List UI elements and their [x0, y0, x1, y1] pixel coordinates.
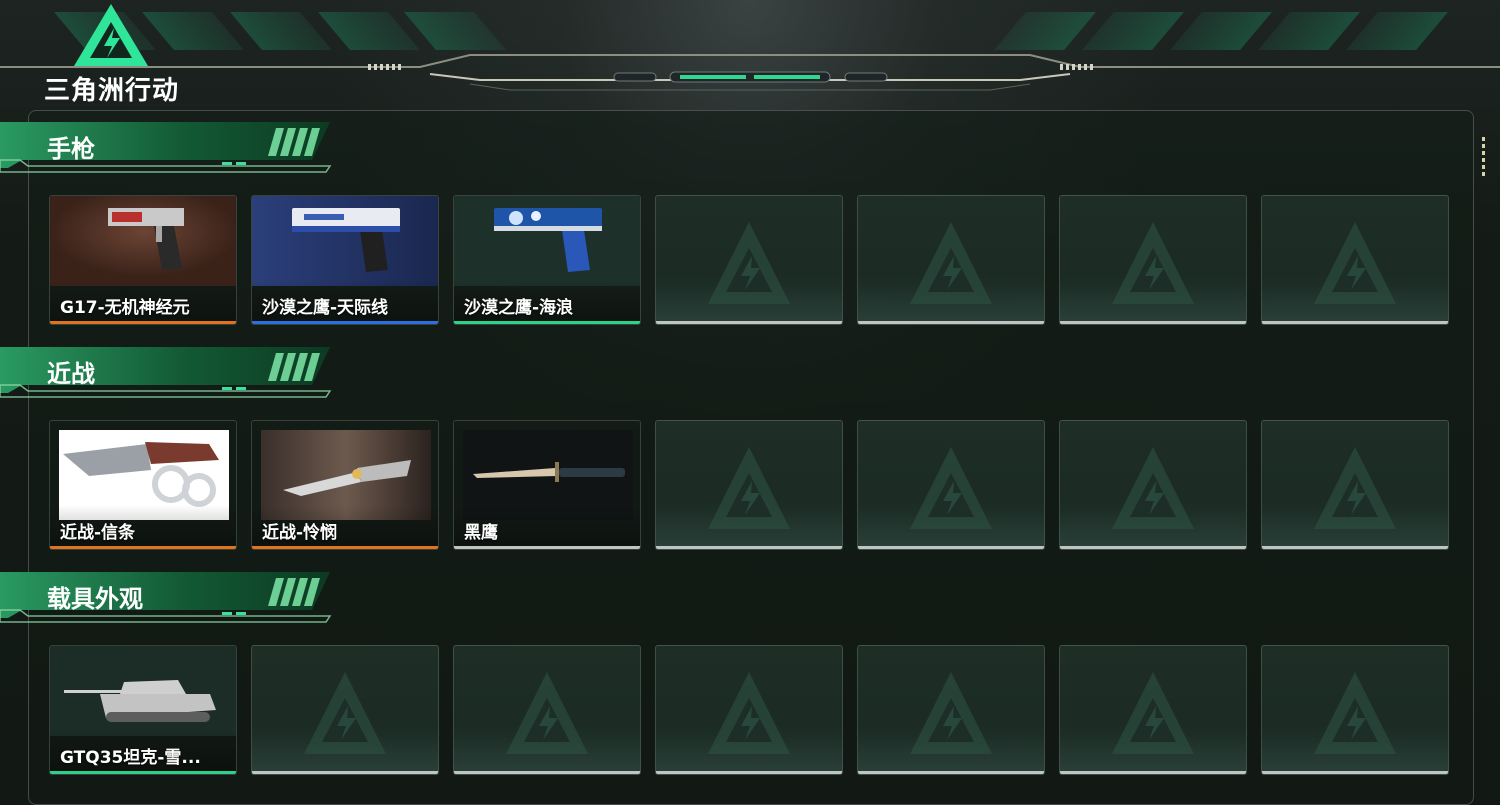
placeholder-logo-icon — [1112, 447, 1194, 529]
skin-name: 黑鹰 — [464, 523, 498, 543]
slot-bar — [656, 321, 842, 324]
placeholder-logo-icon — [708, 222, 790, 304]
knife-mercy-icon — [252, 421, 438, 520]
placeholder-logo-icon — [1112, 672, 1194, 754]
rarity-bar — [50, 771, 236, 774]
slot-bar — [858, 321, 1044, 324]
empty-slot[interactable] — [1059, 420, 1247, 550]
slot-bar — [1262, 321, 1448, 324]
section-header-1: 手枪 — [0, 120, 340, 173]
skin-card[interactable]: 近战-怜悯 — [251, 420, 439, 550]
pistol-deagle-blue-icon — [454, 196, 640, 286]
rarity-bar — [50, 546, 236, 549]
placeholder-logo-icon — [1314, 447, 1396, 529]
placeholder-logo-icon — [910, 672, 992, 754]
knife-creed-icon — [50, 421, 236, 520]
empty-slot[interactable] — [655, 420, 843, 550]
skin-name: 近战-信条 — [60, 523, 136, 543]
section-title: 近战 — [47, 360, 95, 388]
placeholder-logo-icon — [910, 222, 992, 304]
empty-slot[interactable] — [857, 420, 1045, 550]
empty-slot[interactable] — [251, 645, 439, 775]
placeholder-logo-icon — [708, 447, 790, 529]
skin-card[interactable]: 沙漠之鹰-天际线 — [251, 195, 439, 325]
lightning-triangle-icon — [74, 4, 148, 66]
rarity-bar — [252, 546, 438, 549]
empty-slot[interactable] — [1261, 420, 1449, 550]
skin-card[interactable]: 近战-信条 — [49, 420, 237, 550]
empty-slot[interactable] — [1059, 645, 1247, 775]
section-header-2: 近战 — [0, 345, 340, 398]
placeholder-logo-icon — [1314, 222, 1396, 304]
slot-bar — [656, 771, 842, 774]
empty-slot[interactable] — [1261, 195, 1449, 325]
empty-slot[interactable] — [1261, 645, 1449, 775]
pistol-deagle-white-icon — [252, 196, 438, 286]
slot-bar — [858, 771, 1044, 774]
rarity-bar — [252, 321, 438, 324]
skin-name: GTQ35坦克-雪... — [60, 748, 201, 768]
skin-card[interactable]: G17-无机神经元 — [49, 195, 237, 325]
empty-slot[interactable] — [453, 645, 641, 775]
skin-name: 近战-怜悯 — [262, 523, 338, 543]
slot-bar — [1262, 771, 1448, 774]
skin-name: 沙漠之鹰-天际线 — [262, 298, 389, 318]
placeholder-logo-icon — [1314, 672, 1396, 754]
section-header-3: 载具外观 — [0, 570, 340, 623]
slot-bar — [656, 546, 842, 549]
skin-name: G17-无机神经元 — [60, 298, 190, 318]
skin-card[interactable]: 黑鹰 — [453, 420, 641, 550]
empty-slot[interactable] — [857, 195, 1045, 325]
slot-bar — [858, 546, 1044, 549]
rarity-bar — [454, 546, 640, 549]
placeholder-logo-icon — [1112, 222, 1194, 304]
slot-bar — [454, 771, 640, 774]
empty-slot[interactable] — [655, 645, 843, 775]
placeholder-logo-icon — [304, 672, 386, 754]
rarity-bar — [454, 321, 640, 324]
placeholder-logo-icon — [708, 672, 790, 754]
section-title: 载具外观 — [47, 585, 143, 613]
tank-snow-icon — [50, 646, 236, 736]
header: 三角洲行动 — [0, 0, 1500, 106]
rarity-bar — [50, 321, 236, 324]
logo-text: 三角洲行动 — [44, 76, 180, 106]
placeholder-logo-icon — [910, 447, 992, 529]
section-title: 手枪 — [47, 135, 95, 163]
skin-card[interactable]: GTQ35坦克-雪... — [49, 645, 237, 775]
skin-name: 沙漠之鹰-海浪 — [464, 298, 574, 318]
empty-slot[interactable] — [655, 195, 843, 325]
slot-bar — [252, 771, 438, 774]
slot-bar — [1060, 321, 1246, 324]
skin-card[interactable]: 沙漠之鹰-海浪 — [453, 195, 641, 325]
slot-bar — [1262, 546, 1448, 549]
empty-slot[interactable] — [1059, 195, 1247, 325]
placeholder-logo-icon — [506, 672, 588, 754]
knife-blackhawk-icon — [454, 421, 640, 520]
slot-bar — [1060, 771, 1246, 774]
pistol-glock-icon — [50, 196, 236, 286]
scrollbar-indicator[interactable] — [1482, 137, 1485, 179]
header-frame-lines — [0, 54, 1500, 91]
empty-slot[interactable] — [857, 645, 1045, 775]
slot-bar — [1060, 546, 1246, 549]
